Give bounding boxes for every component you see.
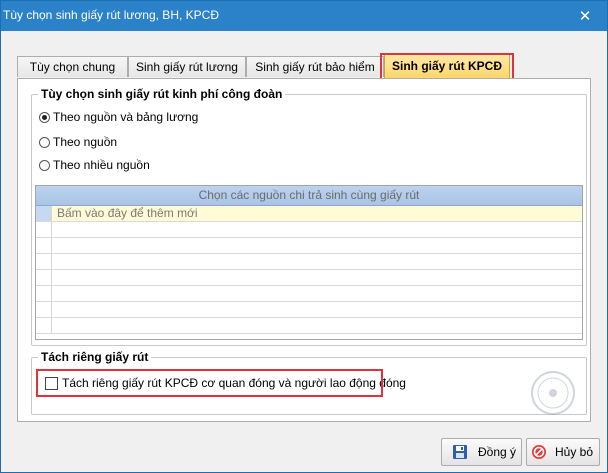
cancel-button-label: Hủy bỏ	[555, 445, 594, 459]
new-row-hint: Bấm vào đây để thêm mới	[57, 206, 198, 220]
radio-indicator[interactable]	[39, 136, 50, 148]
row-selector	[36, 286, 52, 301]
radio-by-source[interactable]: Theo nguồn	[39, 134, 117, 150]
radio-by-multiple-sources[interactable]: Theo nhiều nguồn	[39, 157, 150, 173]
row-selector	[36, 270, 52, 285]
grid-empty-row	[36, 222, 582, 238]
split-withdrawal-label: Tách riêng giấy rút KPCĐ cơ quan đóng và…	[62, 376, 406, 390]
radio-label: Theo nguồn và bảng lương	[53, 110, 199, 124]
grid-empty-row	[36, 286, 582, 302]
tab-salary-withdrawal[interactable]: Sinh giấy rút lương	[128, 56, 246, 77]
title-bar[interactable]: Tùy chọn sinh giấy rút lương, BH, KPCĐ ✕	[1, 1, 607, 31]
watermark-stamp-icon	[531, 371, 575, 415]
ok-button-label: Đồng ý	[478, 445, 517, 459]
tab-strip: Tùy chọn chung Sinh giấy rút lương Sinh …	[17, 54, 591, 79]
row-selector	[36, 238, 52, 253]
radio-indicator[interactable]	[39, 159, 50, 171]
grid-empty-row	[36, 318, 582, 334]
grid-empty-row	[36, 270, 582, 286]
row-selector	[36, 318, 52, 333]
ok-button[interactable]: Đồng ý	[441, 438, 522, 466]
tab-general-options[interactable]: Tùy chọn chung	[17, 56, 128, 77]
close-button[interactable]: ✕	[571, 5, 599, 27]
row-selector[interactable]	[36, 206, 52, 221]
grid-header: Chọn các nguồn chi trả sinh cùng giấy rú…	[36, 186, 582, 206]
radio-selected-dot	[42, 114, 47, 120]
cancel-icon	[532, 445, 546, 459]
split-withdrawal-checkbox[interactable]	[45, 376, 58, 390]
radio-source-and-payroll[interactable]: Theo nguồn và bảng lương	[39, 109, 198, 125]
row-selector	[36, 254, 52, 269]
grid-empty-row	[36, 302, 582, 318]
save-icon	[453, 445, 467, 459]
split-withdrawal-legend: Tách riêng giấy rút	[38, 350, 152, 364]
close-icon: ✕	[578, 8, 592, 25]
window-title: Tùy chọn sinh giấy rút lương, BH, KPCĐ	[3, 8, 219, 22]
split-withdrawal-checkbox-row[interactable]: Tách riêng giấy rút KPCĐ cơ quan đóng và…	[45, 375, 406, 391]
row-selector	[36, 302, 52, 317]
radio-label: Theo nguồn	[53, 135, 118, 149]
grid-empty-row	[36, 238, 582, 254]
grid-empty-row	[36, 254, 582, 270]
tab-insurance-withdrawal[interactable]: Sinh giấy rút bảo hiểm	[246, 56, 384, 77]
row-selector	[36, 222, 52, 237]
grid-new-row[interactable]: Bấm vào đây để thêm mới	[36, 206, 582, 222]
radio-label: Theo nhiều nguồn	[53, 158, 150, 172]
funding-sources-grid[interactable]: Chọn các nguồn chi trả sinh cùng giấy rú…	[35, 185, 583, 340]
tab-union-fee-withdrawal[interactable]: Sinh giấy rút KPCĐ	[384, 54, 510, 78]
cancel-button[interactable]: Hủy bỏ	[526, 438, 600, 466]
dialog-window: Tùy chọn sinh giấy rút lương, BH, KPCĐ ✕…	[0, 0, 608, 473]
radio-indicator[interactable]	[39, 111, 50, 123]
union-fee-options-legend: Tùy chọn sinh giấy rút kinh phí công đoà…	[38, 87, 286, 101]
